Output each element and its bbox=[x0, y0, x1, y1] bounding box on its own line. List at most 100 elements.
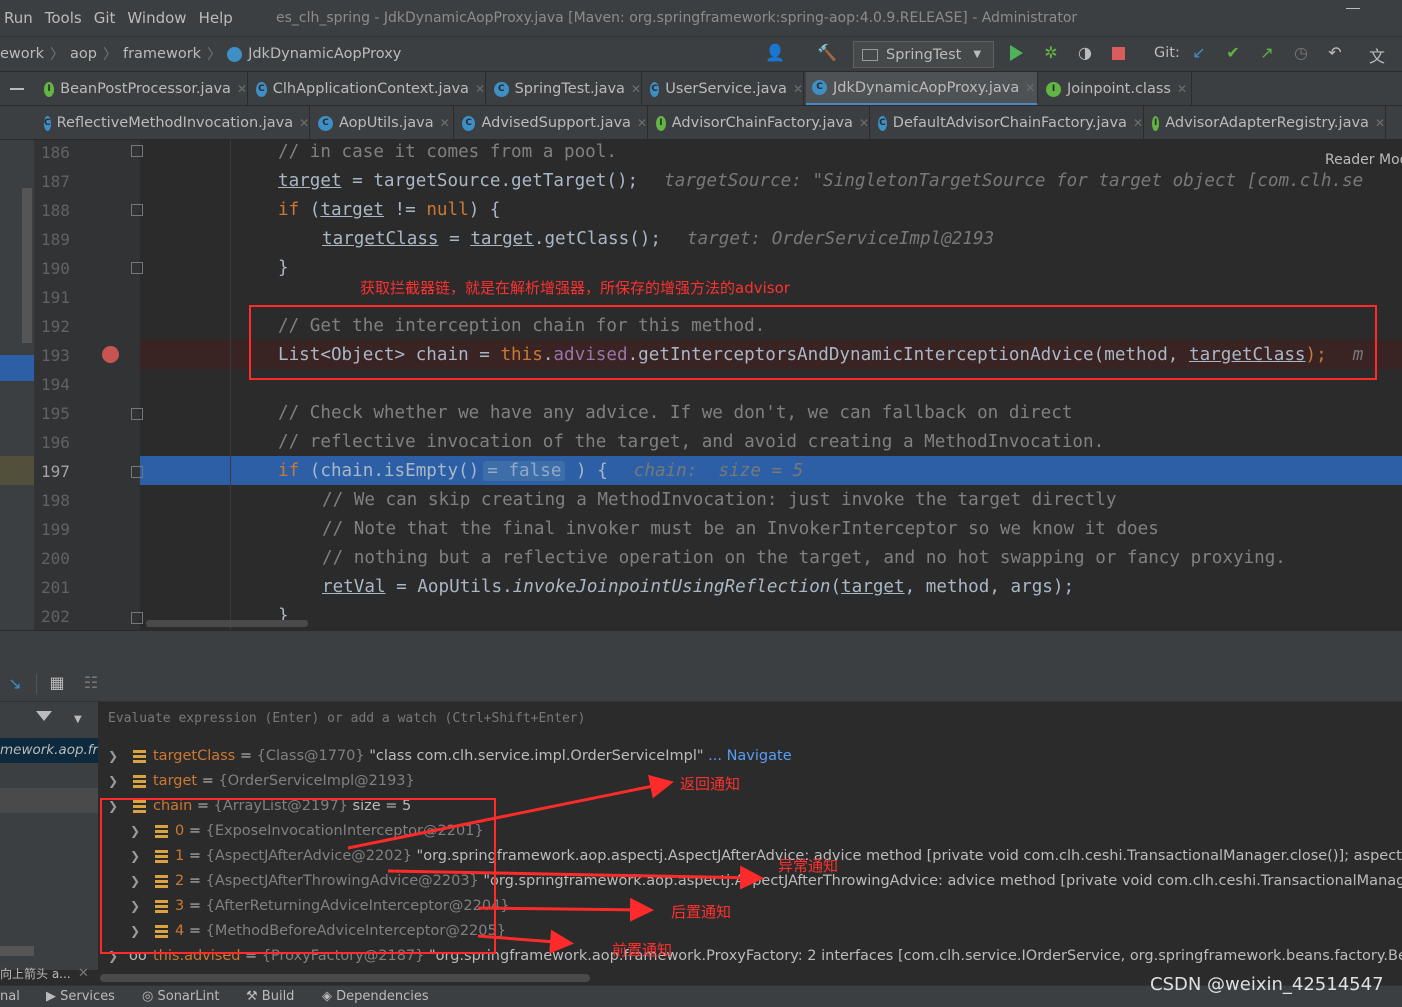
chevron-right-icon: 〉 bbox=[102, 47, 117, 63]
close-icon[interactable]: ✕ bbox=[637, 116, 647, 130]
run-config-select[interactable]: SpringTest ▼ bbox=[853, 41, 994, 68]
close-icon[interactable]: ✕ bbox=[859, 116, 869, 130]
history-icon[interactable]: ◷ bbox=[1290, 43, 1312, 62]
interface-icon: I bbox=[656, 115, 666, 131]
debug-icon[interactable]: ✲ bbox=[1040, 43, 1062, 62]
build-hammer-icon[interactable]: 🔨 bbox=[816, 43, 838, 62]
breadcrumb-aop[interactable]: aop bbox=[70, 46, 97, 62]
navigation-bar: ework 〉 aop 〉 framework 〉 JdkDynamicAopProx… bbox=[0, 36, 1402, 72]
reader-mode-button[interactable]: Reader Mod bbox=[1312, 150, 1402, 170]
debug-panel-header bbox=[0, 630, 1402, 666]
arrow-exception bbox=[387, 865, 764, 890]
dropdown-arrow-icon[interactable]: ▼ bbox=[74, 714, 82, 725]
coverage-icon[interactable]: ◑ bbox=[1074, 43, 1096, 62]
breadcrumb-ework[interactable]: ework bbox=[0, 46, 44, 62]
close-icon[interactable]: ✕ bbox=[1025, 81, 1035, 95]
run-icon[interactable] bbox=[1010, 45, 1023, 61]
translate-icon[interactable]: 文 bbox=[1366, 43, 1388, 67]
build-tab[interactable]: ⚒ Build bbox=[246, 989, 294, 1004]
tab-springtest[interactable]: C SpringTest.java ✕ bbox=[488, 72, 642, 105]
dropdown-arrow-icon: ▼ bbox=[973, 49, 982, 60]
close-icon[interactable]: ✕ bbox=[1177, 82, 1187, 96]
tab-jdkdynamicaopproxy[interactable]: C JdkDynamicAopProxy.java ✕ bbox=[806, 72, 1038, 105]
user-icon[interactable]: 👤 bbox=[764, 43, 786, 62]
close-icon[interactable]: ✕ bbox=[299, 116, 309, 130]
close-icon[interactable]: ✕ bbox=[631, 82, 641, 96]
breakpoint-icon[interactable] bbox=[102, 346, 119, 363]
menu-git[interactable]: Git bbox=[94, 0, 116, 36]
collapse-icon[interactable] bbox=[10, 88, 24, 90]
horizontal-scrollbar[interactable] bbox=[100, 974, 590, 982]
tab-joinpoint[interactable]: I Joinpoint.class ✕ bbox=[1040, 72, 1192, 105]
annotation-exception: 异常通知 bbox=[778, 857, 839, 875]
fold-icon[interactable] bbox=[131, 612, 143, 624]
menu-run[interactable]: Run bbox=[4, 0, 33, 36]
fold-icon[interactable] bbox=[131, 262, 143, 274]
git-commit-icon[interactable]: ✔ bbox=[1222, 43, 1244, 62]
close-icon[interactable]: ✕ bbox=[1375, 116, 1385, 130]
chevron-right-icon: 〉 bbox=[50, 47, 65, 63]
tab-advisedsupport[interactable]: C AdvisedSupport.java ✕ bbox=[456, 106, 648, 139]
fold-icon[interactable] bbox=[131, 408, 143, 420]
class-icon: C bbox=[650, 81, 660, 97]
dependencies-tab[interactable]: ◈ Dependencies bbox=[322, 989, 429, 1004]
filter-icon[interactable] bbox=[36, 711, 52, 721]
fold-icon[interactable] bbox=[131, 145, 143, 157]
minimize-icon[interactable] bbox=[1346, 8, 1360, 9]
step-out-icon[interactable]: ↘ bbox=[4, 674, 26, 693]
tab-clhapplicationcontext[interactable]: C ClhApplicationContext.java ✕ bbox=[250, 72, 486, 105]
interface-icon: I bbox=[1046, 81, 1061, 97]
annotation-chain-note: 获取拦截器链，就是在解析增强器，所保存的增强方法的advisor bbox=[360, 279, 790, 297]
highlight-box bbox=[249, 305, 1377, 380]
close-icon[interactable]: ✕ bbox=[237, 82, 247, 96]
fold-icon[interactable] bbox=[131, 466, 143, 478]
class-icon: C bbox=[878, 115, 887, 131]
horizontal-scrollbar[interactable] bbox=[146, 620, 308, 627]
menu-help[interactable]: Help bbox=[199, 0, 233, 36]
watermark: CSDN @weixin_42514547 bbox=[1150, 974, 1384, 995]
class-icon: C bbox=[318, 115, 333, 131]
class-icon: C bbox=[256, 81, 267, 97]
tab-defaultadvisorchainfactory[interactable]: C DefaultAdvisorChainFactory.java ✕ bbox=[872, 106, 1144, 139]
editor-tabs-row-1: I BeanPostProcessor.java ✕ C ClhApplication… bbox=[0, 72, 1402, 106]
close-icon[interactable]: ✕ bbox=[793, 82, 803, 96]
close-icon[interactable]: ✕ bbox=[475, 82, 485, 96]
git-push-icon[interactable]: ↗ bbox=[1256, 43, 1278, 62]
menu-tools[interactable]: Tools bbox=[45, 0, 82, 36]
status-terminal[interactable]: nal bbox=[0, 989, 20, 1004]
hammer-icon: ⚒ bbox=[246, 989, 262, 1004]
breadcrumb-class[interactable]: JdkDynamicAopProxy bbox=[248, 46, 401, 62]
breadcrumb-framework[interactable]: framework bbox=[123, 46, 201, 62]
selected-frame[interactable]: mework.aop.fr bbox=[0, 738, 98, 763]
annotation-after: 后置通知 bbox=[671, 903, 732, 921]
frame-scrollbar[interactable] bbox=[0, 946, 34, 956]
arrow-after bbox=[477, 897, 654, 922]
git-update-icon[interactable]: ↙ bbox=[1188, 43, 1210, 62]
tab-advisoradapterregistry[interactable]: I AdvisorAdapterRegistry.java ✕ bbox=[1146, 106, 1386, 139]
close-icon[interactable]: ✕ bbox=[1133, 116, 1143, 130]
code-editor[interactable]: 186 187 188 189 190 191 192 193 194 195 … bbox=[0, 140, 1402, 630]
interface-icon: I bbox=[44, 81, 55, 97]
menu-window[interactable]: Window bbox=[127, 0, 186, 36]
table-icon[interactable]: ▦ bbox=[46, 673, 68, 692]
tab-userservice[interactable]: C UserService.java ✕ bbox=[644, 72, 804, 105]
stop-icon[interactable] bbox=[1112, 47, 1125, 60]
services-tab[interactable]: ▶ Services bbox=[46, 989, 115, 1004]
close-icon[interactable]: ✕ bbox=[440, 116, 450, 130]
git-label: Git: bbox=[1154, 45, 1180, 61]
close-icon[interactable]: ✕ bbox=[78, 966, 89, 981]
play-icon: ▶ bbox=[46, 989, 61, 1004]
evaluate-expression-input[interactable]: Evaluate expression (Enter) or add a wat… bbox=[98, 702, 1402, 738]
variables-panel[interactable]: ❯ targetClass = {Class@1770} "class com.c… bbox=[98, 738, 1402, 970]
tab-beanpostprocessor[interactable]: I BeanPostProcessor.java ✕ bbox=[38, 72, 248, 105]
sonarlint-tab[interactable]: ◎ SonarLint bbox=[142, 989, 219, 1004]
tab-aoputils[interactable]: C AopUtils.java ✕ bbox=[312, 106, 454, 139]
tab-advisorchainfactory[interactable]: I AdvisorChainFactory.java ✕ bbox=[650, 106, 870, 139]
frames-panel: mework.aop.fr bbox=[0, 738, 98, 970]
tab-reflectivemethodinvocation[interactable]: C ReflectiveMethodInvocation.java ✕ bbox=[38, 106, 310, 139]
inline-value-hint: = false bbox=[483, 461, 566, 481]
rollback-icon[interactable]: ↶ bbox=[1324, 43, 1346, 62]
fold-icon[interactable] bbox=[131, 204, 143, 216]
frame-row[interactable] bbox=[0, 788, 98, 813]
settings-list-icon[interactable]: ☷ bbox=[80, 673, 102, 692]
